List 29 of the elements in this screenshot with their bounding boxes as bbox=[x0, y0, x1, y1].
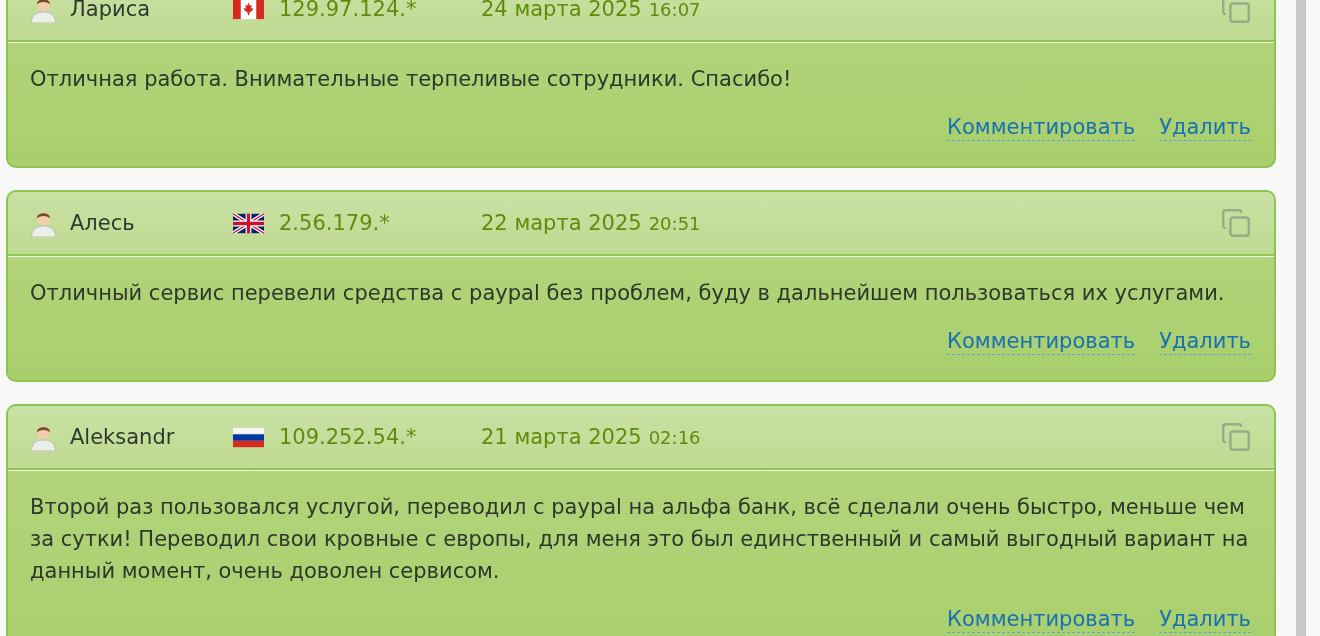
canada-flag-icon bbox=[233, 0, 264, 20]
copy-icon[interactable] bbox=[1222, 209, 1250, 237]
review-text: Отличный сервис перевели средства с paypal без проблем, буду в дальнейшем пользоваться их услугами. bbox=[30, 280, 1226, 307]
user-avatar-icon bbox=[30, 0, 57, 23]
review-date: 24 марта 2025 bbox=[481, 0, 642, 19]
review-date: 22 марта 2025 bbox=[481, 212, 642, 233]
author-name: Лариса bbox=[70, 0, 151, 19]
review-date: 21 марта 2025 bbox=[481, 426, 642, 447]
ip-address: 2.56.179.* bbox=[279, 213, 390, 233]
ip-address: 109.252.54.* bbox=[279, 427, 417, 447]
review-text: Отличная работа. Внимательные терпеливые сотрудники. Спасибо! bbox=[30, 66, 793, 93]
review-text: Второй раз пользовался услугой, переводил с paypal на альфа банк, всё сделали очень быстро, меньше чем за сутки! Переводил свои кровные с европы, для меня это был единственный и самый выгодный вариант на данный момент, очень доволен сервисом. bbox=[30, 494, 1250, 585]
comment-link[interactable]: Комментировать bbox=[947, 606, 1136, 633]
delete-link[interactable]: Удалить bbox=[1159, 606, 1251, 633]
ip-address: 129.97.124.* bbox=[279, 0, 417, 19]
review-time: 02:16 bbox=[648, 427, 701, 448]
russia-flag-icon bbox=[233, 426, 264, 448]
copy-icon[interactable] bbox=[1222, 423, 1250, 451]
author-name: Aleksandr bbox=[70, 427, 175, 447]
review-time: 20:51 bbox=[648, 213, 701, 234]
delete-link[interactable]: Удалить bbox=[1159, 328, 1251, 355]
comment-link[interactable]: Комментировать bbox=[947, 328, 1136, 355]
copy-icon[interactable] bbox=[1222, 0, 1250, 23]
review-time: 16:07 bbox=[648, 0, 701, 20]
scrollbar[interactable] bbox=[1296, 0, 1306, 636]
comment-link[interactable]: Комментировать bbox=[947, 114, 1136, 141]
delete-link[interactable]: Удалить bbox=[1159, 114, 1251, 141]
author-name: Алесь bbox=[70, 213, 135, 233]
uk-flag-icon bbox=[233, 212, 264, 234]
